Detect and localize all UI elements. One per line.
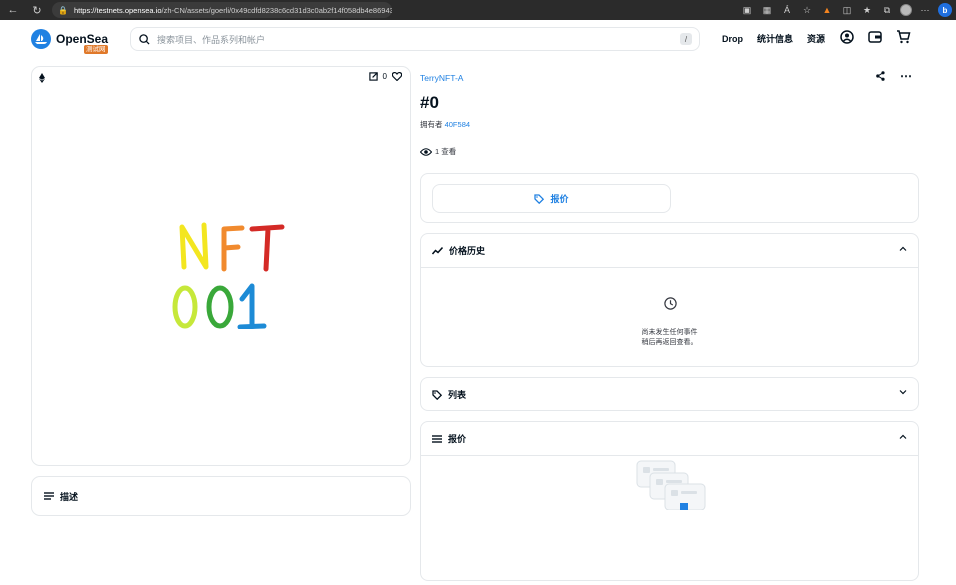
- owner-line: 拥有者 40F584: [420, 119, 470, 130]
- offer-box: 报价: [420, 173, 919, 223]
- ethereum-icon: [39, 73, 45, 83]
- views-text: 1 查看: [435, 147, 457, 156]
- list-icon: [432, 434, 442, 443]
- heart-icon[interactable]: [392, 72, 402, 81]
- owner-label: 拥有者: [420, 120, 443, 129]
- profile-icon[interactable]: [900, 4, 912, 16]
- split-icon[interactable]: ◫: [840, 2, 854, 18]
- back-icon[interactable]: ←: [3, 0, 23, 20]
- offers-body: [421, 455, 918, 585]
- description-panel[interactable]: 描述: [31, 476, 411, 516]
- collections-icon[interactable]: ⧉: [880, 2, 894, 18]
- open-external-icon[interactable]: [368, 72, 378, 81]
- asset-title: #0: [420, 93, 439, 112]
- price-history-panel: 价格历史 尚未发生任何事件 稍后再返回查看。: [420, 233, 919, 367]
- description-icon: [44, 492, 54, 500]
- eye-icon: [420, 147, 432, 156]
- listings-header[interactable]: 列表: [421, 378, 918, 411]
- nav-resources[interactable]: 资源: [807, 32, 825, 45]
- site-header: OpenSea 测试网 搜索项目、作品系列和帐户 / Drop 统计信息 资源: [0, 20, 956, 58]
- offers-header[interactable]: 报价: [421, 422, 918, 455]
- more-options-icon[interactable]: ⋯: [900, 70, 912, 82]
- logo-text: OpenSea: [56, 32, 109, 46]
- read-aloud-icon[interactable]: Á: [780, 2, 794, 18]
- offers-chevron-up-icon[interactable]: [899, 434, 907, 439]
- search-icon: [139, 33, 150, 45]
- reader-icon[interactable]: ▣: [740, 2, 754, 18]
- listings-title: 列表: [448, 390, 467, 400]
- nft-artwork: [172, 222, 285, 329]
- like-count: 0: [382, 72, 387, 81]
- price-history-body: 尚未发生任何事件 稍后再返回查看。: [421, 267, 918, 367]
- url-host: https://testnets.opensea.io: [73, 5, 162, 15]
- address-bar[interactable]: 🔒 https://testnets.opensea.io/zh-CN/asse…: [52, 2, 392, 18]
- search-input[interactable]: 搜索项目、作品系列和帐户 /: [130, 27, 700, 51]
- price-history-header[interactable]: 价格历史: [421, 234, 918, 267]
- nft-image-card: 0: [31, 66, 411, 466]
- cart-icon[interactable]: [896, 30, 911, 44]
- nav-stats[interactable]: 统计信息: [757, 32, 793, 45]
- make-offer-label: 报价: [550, 194, 569, 204]
- grid-icon[interactable]: ▦: [760, 2, 774, 18]
- view-count: 1 查看: [420, 146, 456, 157]
- more-icon[interactable]: ⋯: [918, 2, 932, 18]
- refresh-icon[interactable]: ↻: [27, 0, 47, 20]
- clock-icon: [664, 297, 677, 310]
- search-placeholder: 搜索项目、作品系列和帐户: [157, 34, 266, 45]
- url-path: /zh-CN/assets/goerli/0x49cdfd8238c6cd31d…: [161, 5, 392, 15]
- empty-offers-illustration-icon: [636, 460, 706, 510]
- listing-tag-icon: [432, 389, 442, 400]
- share-icon[interactable]: [876, 71, 885, 81]
- tag-icon: [534, 193, 545, 204]
- lock-icon: 🔒: [58, 5, 68, 15]
- empty-line-1: 尚未发生任何事件: [641, 329, 698, 336]
- make-offer-button[interactable]: 报价: [432, 184, 671, 213]
- chevron-up-icon[interactable]: [899, 246, 907, 251]
- listings-panel[interactable]: 列表: [420, 377, 919, 411]
- description-title: 描述: [60, 491, 79, 502]
- wallet-icon[interactable]: [868, 30, 882, 44]
- browser-toolbar: ← ↻ 🔒 https://testnets.opensea.io/zh-CN/…: [0, 0, 956, 20]
- empty-line-2: 稍后再返回查看。: [641, 339, 698, 346]
- nav-drop[interactable]: Drop: [722, 34, 743, 44]
- search-shortcut: /: [680, 33, 692, 45]
- empty-state: 尚未发生任何事件 稍后再返回查看。: [421, 328, 918, 348]
- price-history-title: 价格历史: [449, 246, 486, 256]
- owner-link[interactable]: 40F584: [445, 120, 470, 129]
- opensea-boat-icon: [31, 29, 51, 49]
- bing-icon[interactable]: b: [938, 3, 952, 17]
- favorites-icon[interactable]: ★: [860, 2, 874, 18]
- offers-title: 报价: [448, 434, 467, 444]
- collection-link[interactable]: TerryNFT-A: [420, 73, 463, 83]
- testnet-badge: 测试网: [84, 45, 108, 54]
- metamask-icon[interactable]: ▲: [820, 2, 834, 18]
- offers-panel: 报价: [420, 421, 919, 581]
- chart-line-icon: [432, 246, 443, 254]
- chevron-down-icon[interactable]: [899, 390, 907, 395]
- star-icon[interactable]: ☆: [800, 2, 814, 18]
- account-icon[interactable]: [840, 30, 854, 44]
